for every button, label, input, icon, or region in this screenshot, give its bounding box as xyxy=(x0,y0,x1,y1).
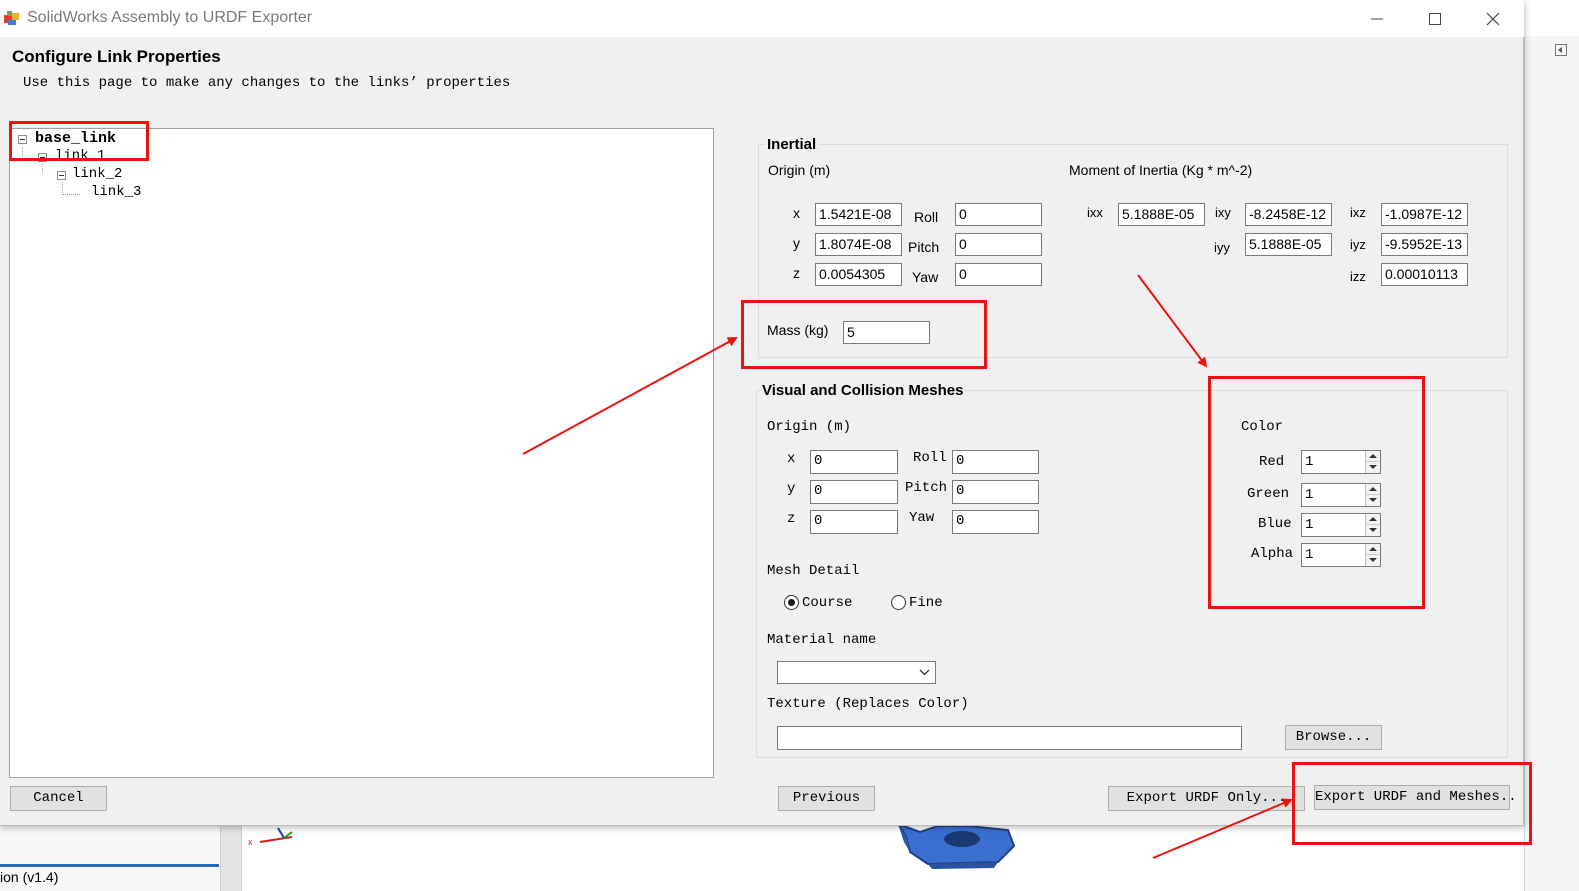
visual-yaw-field[interactable]: 0 xyxy=(952,510,1039,534)
visual-collision-title: Visual and Collision Meshes xyxy=(760,382,966,399)
panel-collapse-icon[interactable] xyxy=(1555,44,1567,56)
iyy-field[interactable]: 5.1888E-05 xyxy=(1245,233,1332,256)
minimize-icon xyxy=(1371,18,1383,20)
browse-button[interactable]: Browse... xyxy=(1285,725,1382,750)
ixz-field[interactable]: -1.0987E-12 xyxy=(1381,203,1468,226)
3d-model-part-icon xyxy=(898,822,1016,869)
highlight-export-meshes xyxy=(1292,762,1532,845)
maximize-icon xyxy=(1429,13,1441,25)
visual-z-label: z xyxy=(787,511,796,527)
tree-connector xyxy=(42,164,43,173)
inertial-z-field[interactable]: 0.0054305 xyxy=(815,263,902,286)
inertial-y-label: y xyxy=(793,235,800,251)
maximize-button[interactable] xyxy=(1407,0,1465,37)
inertial-pitch-label: Pitch xyxy=(908,239,940,255)
texture-label: Texture (Replaces Color) xyxy=(767,696,969,712)
ixy-field[interactable]: -8.2458E-12 xyxy=(1245,203,1332,226)
visual-yaw-label: Yaw xyxy=(909,510,935,526)
inertial-pitch-field[interactable]: 0 xyxy=(955,233,1042,256)
visual-roll-field[interactable]: 0 xyxy=(952,450,1039,474)
mesh-fine-label[interactable]: Fine xyxy=(909,595,943,611)
material-name-label: Material name xyxy=(767,632,877,648)
inertial-origin-label: Origin (m) xyxy=(768,162,831,178)
axis-triad-icon: x xyxy=(248,827,293,847)
title-bar[interactable]: SolidWorks Assembly to URDF Exporter xyxy=(0,0,1524,37)
inertial-yaw-field[interactable]: 0 xyxy=(955,263,1042,286)
ixx-label: ixx xyxy=(1087,205,1103,220)
background-version-text: ion (v1.4) xyxy=(0,869,59,885)
previous-button[interactable]: Previous xyxy=(778,786,875,811)
iyy-label: iyy xyxy=(1214,240,1230,255)
visual-y-label: y xyxy=(787,481,796,497)
chevron-down-icon xyxy=(919,669,930,676)
highlight-color xyxy=(1208,376,1425,609)
mesh-course-radio[interactable] xyxy=(784,595,799,610)
background-side-panel xyxy=(1524,36,1579,891)
mesh-fine-radio[interactable] xyxy=(891,595,906,610)
background-scrollbar[interactable] xyxy=(220,824,242,891)
app-icon xyxy=(4,11,19,25)
ixy-label: ixy xyxy=(1215,205,1231,220)
inertial-x-label: x xyxy=(793,205,800,221)
ixx-field[interactable]: 5.1888E-05 xyxy=(1118,203,1205,226)
highlight-base-link xyxy=(9,121,149,161)
visual-z-field[interactable]: 0 xyxy=(810,510,898,534)
page-subtitle: Use this page to make any changes to the… xyxy=(23,75,511,91)
tree-item-link-2[interactable]: link_2 xyxy=(72,166,122,182)
visual-x-field[interactable]: 0 xyxy=(810,450,898,474)
inertial-yaw-label: Yaw xyxy=(912,269,939,285)
material-name-select[interactable] xyxy=(777,661,936,684)
tree-collapse-icon[interactable] xyxy=(57,171,66,180)
minimize-button[interactable] xyxy=(1349,0,1407,37)
close-button[interactable] xyxy=(1465,0,1523,37)
visual-pitch-label: Pitch xyxy=(905,480,948,496)
close-icon xyxy=(1486,12,1500,26)
visual-roll-label: Roll xyxy=(913,450,947,466)
inertial-roll-field[interactable]: 0 xyxy=(955,203,1042,226)
moment-of-inertia-label: Moment of Inertia (Kg * m^-2) xyxy=(1069,162,1253,178)
page-title: Configure Link Properties xyxy=(12,47,221,66)
highlight-mass xyxy=(741,300,987,369)
inertial-roll-label: Roll xyxy=(914,209,939,225)
inertial-z-label: z xyxy=(793,265,800,281)
inertial-y-field[interactable]: 1.8074E-08 xyxy=(815,233,902,256)
tree-connector xyxy=(62,182,80,195)
inertial-title: Inertial xyxy=(765,136,819,153)
export-urdf-only-button[interactable]: Export URDF Only... xyxy=(1108,786,1305,811)
inertial-x-field[interactable]: 1.5421E-08 xyxy=(815,203,902,226)
background-selection-bar xyxy=(0,864,219,867)
iyz-field[interactable]: -9.5952E-13 xyxy=(1381,233,1468,256)
tree-item-link-3[interactable]: link_3 xyxy=(91,184,141,200)
visual-y-field[interactable]: 0 xyxy=(810,480,898,504)
texture-path-field[interactable] xyxy=(777,726,1242,750)
mesh-course-label[interactable]: Course xyxy=(802,595,852,611)
visual-x-label: x xyxy=(787,451,796,467)
link-tree-view[interactable]: base_link link_1 link_2 link_3 xyxy=(9,128,714,778)
svg-text:x: x xyxy=(248,837,253,847)
visual-origin-label: Origin (m) xyxy=(767,419,852,435)
visual-pitch-field[interactable]: 0 xyxy=(952,480,1039,504)
cancel-button[interactable]: Cancel xyxy=(10,786,107,811)
mesh-detail-label: Mesh Detail xyxy=(767,563,860,579)
ixz-label: ixz xyxy=(1350,205,1366,220)
window-title: SolidWorks Assembly to URDF Exporter xyxy=(27,9,313,26)
izz-label: izz xyxy=(1350,269,1366,284)
izz-field[interactable]: 0.00010113 xyxy=(1381,263,1468,286)
iyz-label: iyz xyxy=(1350,237,1366,252)
